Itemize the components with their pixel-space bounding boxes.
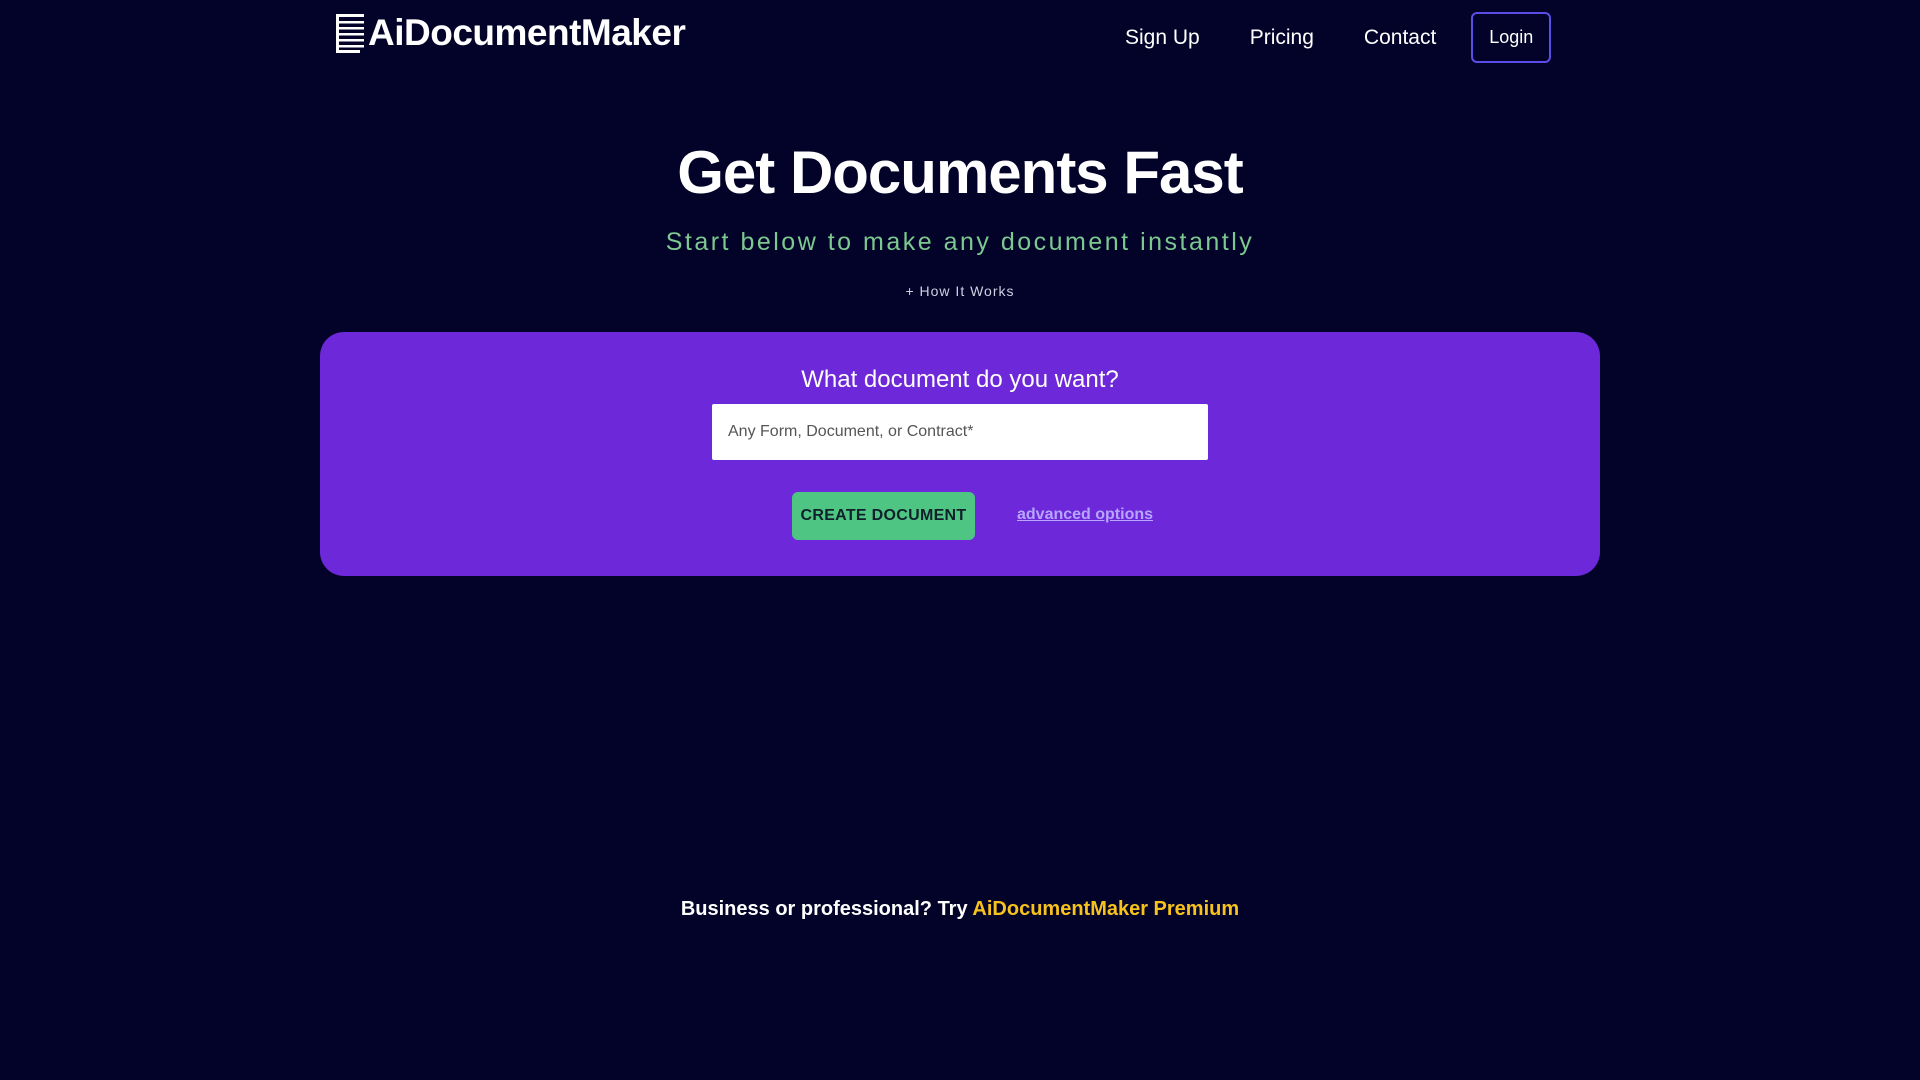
site-header: AiDocumentMaker Sign Up Pricing Contact … [0,0,1920,80]
document-input[interactable] [712,404,1208,460]
document-request-card: What document do you want? CREATE DOCUME… [320,332,1600,576]
document-lines-icon [336,12,366,54]
premium-promo-text: Business or professional? Try [680,898,973,920]
how-it-works-toggle[interactable]: + How It Works [0,283,1920,299]
logo-text: AiDocumentMaker [368,12,686,53]
premium-promo: Business or professional? Try AiDocument… [0,898,1920,921]
page: AiDocumentMaker Sign Up Pricing Contact … [0,0,1920,1080]
login-button[interactable]: Login [1471,12,1552,63]
nav-signup-link[interactable]: Sign Up [1100,14,1225,62]
hero-title: Get Documents Fast [677,139,1243,206]
premium-link[interactable]: AiDocumentMaker Premium [972,898,1239,920]
document-question-label: What document do you want? [801,366,1119,393]
main-nav: Sign Up Pricing Contact Login [1100,12,1552,63]
create-document-button[interactable]: CREATE DOCUMENT [792,492,975,540]
nav-contact-link[interactable]: Contact [1339,14,1461,62]
logo-link[interactable]: AiDocumentMaker [336,12,686,54]
nav-pricing-link[interactable]: Pricing [1225,14,1339,62]
advanced-options-link[interactable]: advanced options [1017,506,1153,524]
hero-subtitle: Start below to make any document instant… [665,228,1255,256]
